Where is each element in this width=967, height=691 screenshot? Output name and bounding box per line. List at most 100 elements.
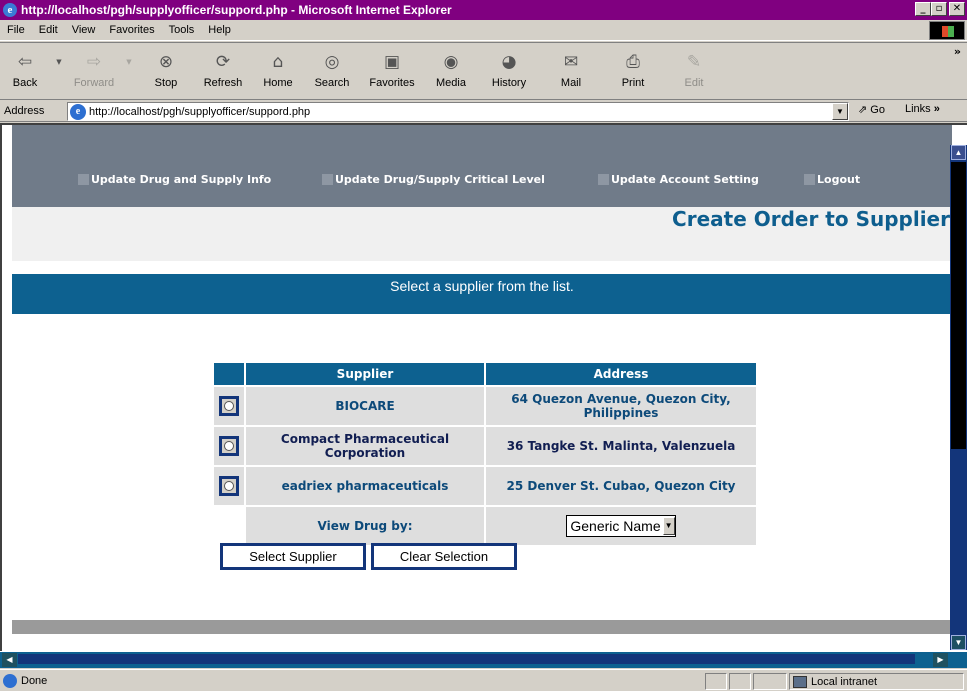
- status-pane: [729, 673, 751, 690]
- address-url[interactable]: http://localhost/pgh/supplyofficer/suppo…: [89, 106, 310, 118]
- table-row: Compact Pharmaceutical Corporation 36 Ta…: [214, 427, 756, 465]
- vertical-scrollbar[interactable]: ▲ ▼: [950, 145, 967, 650]
- scroll-up-icon[interactable]: ▲: [951, 145, 966, 160]
- menu-bar: File Edit View Favorites Tools Help: [0, 20, 967, 41]
- clear-selection-button[interactable]: Clear Selection: [371, 543, 517, 570]
- view-drug-select-cell: Generic Name ▼: [486, 507, 756, 545]
- search-button[interactable]: ◎ Search: [304, 47, 360, 97]
- supplier-radio[interactable]: [219, 396, 239, 416]
- history-button[interactable]: ◕ History: [478, 47, 540, 97]
- address-field[interactable]: e http://localhost/pgh/supplyofficer/sup…: [67, 102, 849, 121]
- favorites-label: Favorites: [369, 77, 415, 89]
- radio-cell: [214, 427, 244, 465]
- title-band: Create Order to Supplier: [12, 207, 952, 261]
- favorites-button[interactable]: ▣ Favorites: [360, 47, 424, 97]
- page-done-icon: [3, 673, 17, 688]
- nav-update-critical-level[interactable]: Update Drug/Supply Critical Level: [322, 173, 545, 186]
- media-button[interactable]: ◉ Media: [424, 47, 478, 97]
- nav-top-row-clipped: [12, 125, 952, 137]
- toolbar-chevron-icon[interactable]: »: [954, 45, 961, 58]
- view-drug-row: View Drug by: Generic Name ▼: [214, 507, 756, 545]
- media-label: Media: [436, 77, 466, 89]
- nav-update-account-setting[interactable]: Update Account Setting: [598, 173, 759, 186]
- address-label: Address: [4, 104, 45, 117]
- scroll-down-icon[interactable]: ▼: [951, 635, 966, 650]
- nav-update-drug-supply-info[interactable]: Update Drug and Supply Info: [78, 173, 271, 186]
- zone-label: Local intranet: [811, 675, 878, 688]
- mail-button[interactable]: ✉ Mail: [540, 47, 602, 97]
- chevron-down-icon[interactable]: ▼: [662, 517, 675, 535]
- instruction-band: Select a supplier from the list.: [12, 274, 952, 314]
- page-icon: e: [70, 103, 86, 120]
- home-button[interactable]: ⌂ Home: [252, 47, 304, 97]
- back-button[interactable]: ⇦ Back: [0, 47, 50, 97]
- menu-view[interactable]: View: [65, 24, 103, 36]
- table-header-row: Supplier Address: [214, 363, 756, 385]
- refresh-icon: ⟳: [215, 52, 231, 72]
- vertical-scroll-thumb[interactable]: [951, 162, 966, 449]
- header-address: Address: [486, 363, 756, 385]
- back-dropdown[interactable]: ▼: [50, 47, 68, 97]
- links-button[interactable]: Links »: [905, 103, 940, 115]
- media-icon: ◉: [443, 52, 459, 72]
- home-icon: ⌂: [272, 52, 284, 72]
- forward-arrow-icon: ⇨: [86, 52, 102, 72]
- nav-label: Update Drug and Supply Info: [91, 173, 272, 186]
- nav-logout[interactable]: Logout: [804, 173, 860, 186]
- chevron-down-icon: ▼: [126, 58, 132, 66]
- refresh-label: Refresh: [203, 77, 243, 89]
- menu-favorites[interactable]: Favorites: [102, 24, 161, 36]
- close-button[interactable]: ✕: [949, 2, 965, 16]
- supplier-table: Supplier Address BIOCARE 64 Quezon Avenu…: [212, 361, 758, 547]
- supplier-name: Compact Pharmaceutical Corporation: [246, 427, 484, 465]
- minimize-button[interactable]: _: [915, 2, 931, 16]
- forward-label: Forward: [73, 77, 115, 89]
- menu-tools[interactable]: Tools: [162, 24, 202, 36]
- instruction-text: Select a supplier from the list.: [390, 278, 574, 294]
- footer-band: [12, 620, 952, 634]
- forward-dropdown[interactable]: ▼: [120, 47, 138, 97]
- chevron-down-icon: ▼: [56, 58, 62, 66]
- nav-band: Update Drug and Supply Info Update Drug/…: [12, 125, 952, 207]
- radio-cell: [214, 467, 244, 505]
- nav-bullet-icon: [804, 174, 815, 185]
- browser-window: e http://localhost/pgh/supplyofficer/sup…: [0, 0, 967, 691]
- go-button[interactable]: ⇗ Go: [858, 103, 885, 116]
- supplier-radio[interactable]: [219, 436, 239, 456]
- menu-help[interactable]: Help: [201, 24, 238, 36]
- search-label: Search: [314, 77, 350, 89]
- links-label: Links: [905, 103, 931, 115]
- horizontal-scrollbar[interactable]: ◀ ▶: [0, 651, 967, 668]
- status-text: Done: [21, 674, 48, 687]
- menu-edit[interactable]: Edit: [32, 24, 65, 36]
- stop-button[interactable]: ⊗ Stop: [138, 47, 194, 97]
- edit-icon: ✎: [686, 52, 702, 72]
- empty-cell: [214, 507, 244, 545]
- ie-logo-icon: e: [3, 3, 17, 17]
- supplier-name: eadriex pharmaceuticals: [246, 467, 484, 505]
- address-dropdown-button[interactable]: ▼: [832, 103, 848, 120]
- table-row: BIOCARE 64 Quezon Avenue, Quezon City, P…: [214, 387, 756, 425]
- view-drug-select[interactable]: Generic Name ▼: [566, 515, 676, 537]
- horizontal-scroll-thumb[interactable]: [18, 654, 915, 664]
- forward-button[interactable]: ⇨ Forward: [68, 47, 120, 97]
- view-drug-value: Generic Name: [570, 518, 661, 534]
- print-button[interactable]: ⎙ Print: [602, 47, 664, 97]
- edit-label: Edit: [684, 77, 704, 89]
- refresh-button[interactable]: ⟳ Refresh: [194, 47, 252, 97]
- scroll-right-icon[interactable]: ▶: [933, 653, 948, 667]
- maximize-button[interactable]: ▫: [931, 2, 947, 16]
- menu-file[interactable]: File: [0, 24, 32, 36]
- scroll-left-icon[interactable]: ◀: [2, 653, 17, 667]
- nav-row: Update Drug and Supply Info Update Drug/…: [12, 173, 952, 189]
- select-supplier-button[interactable]: Select Supplier: [220, 543, 366, 570]
- header-select: [214, 363, 244, 385]
- edit-button[interactable]: ✎ Edit: [664, 47, 724, 97]
- table-row: eadriex pharmaceuticals 25 Denver St. Cu…: [214, 467, 756, 505]
- toolbar: ⇦ Back ▼ ⇨ Forward ▼ ⊗ Stop ⟳ Refresh ⌂ …: [0, 42, 967, 100]
- supplier-radio[interactable]: [219, 476, 239, 496]
- status-pane: [705, 673, 727, 690]
- favorites-icon: ▣: [383, 52, 401, 72]
- windows-logo-icon: [929, 21, 965, 40]
- status-pane: [753, 673, 787, 690]
